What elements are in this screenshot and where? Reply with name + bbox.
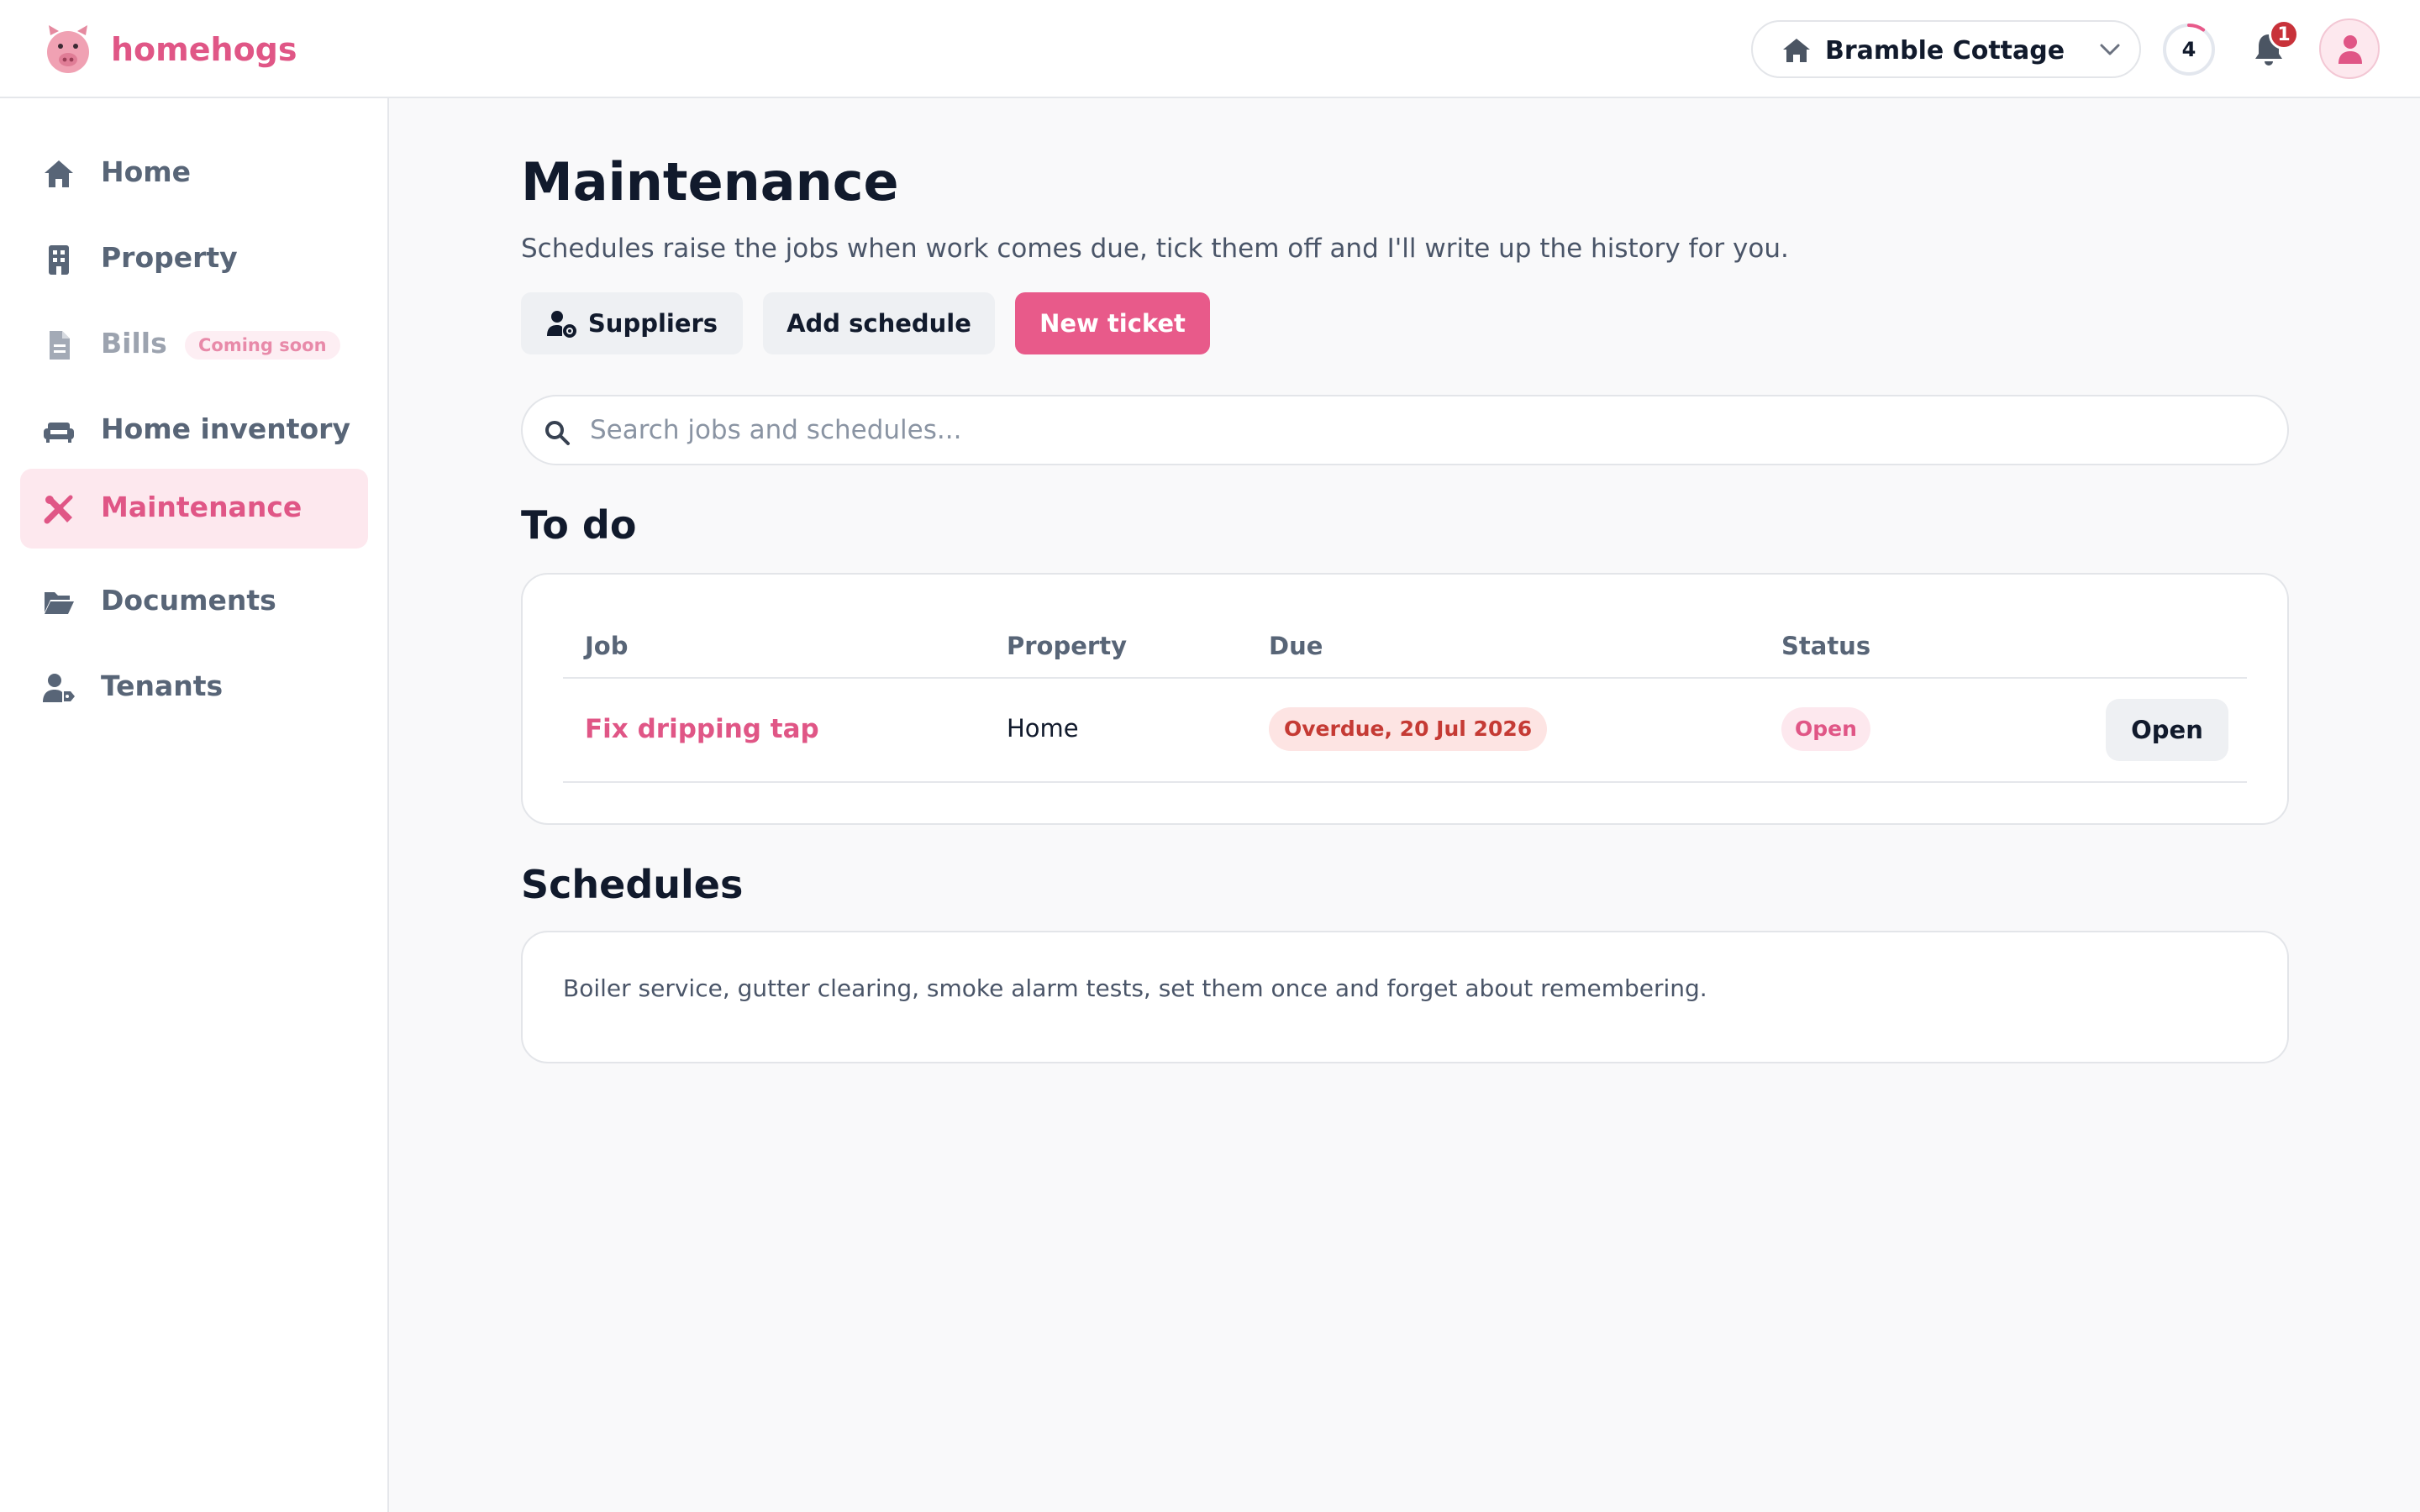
- sidebar-item-property[interactable]: Property: [20, 219, 368, 299]
- tools-icon: [44, 495, 73, 524]
- todo-table: Job Property Due Status Fix dripping tap…: [521, 573, 2289, 825]
- user-gear-icon: [546, 311, 576, 338]
- sidebar-item-label: Tenants: [101, 669, 224, 702]
- chevron-down-icon: [2100, 44, 2120, 55]
- building-icon: [49, 245, 69, 275]
- brand-name: homehogs: [111, 31, 297, 68]
- user-tag-icon: [43, 674, 75, 702]
- house-icon: [1783, 39, 1810, 62]
- sidebar-item-label: Maintenance: [101, 491, 302, 523]
- property-name: Bramble Cottage: [1825, 36, 2065, 66]
- column-header-property: Property: [1007, 632, 1127, 660]
- search-icon: [545, 421, 570, 445]
- sidebar-item-tenants[interactable]: Tenants: [20, 648, 368, 727]
- progress-count: 4: [2181, 38, 2196, 61]
- sidebar-item-label: Property: [101, 241, 238, 274]
- file-icon: [50, 331, 70, 360]
- pig-logo-icon: [47, 25, 89, 73]
- job-property: Home: [1007, 714, 1079, 743]
- open-job-button[interactable]: Open: [2106, 699, 2228, 761]
- add-schedule-button[interactable]: Add schedule: [763, 292, 995, 354]
- avatar[interactable]: [2319, 18, 2380, 79]
- sidebar: Home Property Bills Coming soon Home inv…: [0, 98, 389, 1512]
- page-subtitle: Schedules raise the jobs when work comes…: [521, 234, 1789, 264]
- header-divider: [563, 677, 2247, 679]
- property-selector[interactable]: Bramble Cottage: [1751, 20, 2141, 78]
- due-badge: Overdue, 20 Jul 2026: [1269, 707, 1548, 751]
- search-bar: [521, 395, 2289, 465]
- sidebar-item-maintenance[interactable]: Maintenance: [20, 469, 368, 549]
- column-header-status: Status: [1781, 632, 1871, 660]
- suppliers-label: Suppliers: [587, 309, 718, 338]
- folder-open-icon: [45, 592, 74, 614]
- status-badge: Open: [1781, 707, 1870, 751]
- sidebar-item-label: Documents: [101, 584, 276, 617]
- sidebar-item-home-inventory[interactable]: Home inventory: [20, 391, 368, 470]
- brand[interactable]: homehogs: [44, 24, 297, 76]
- schedules-heading: Schedules: [521, 862, 744, 907]
- user-icon: [2338, 35, 2362, 64]
- job-link[interactable]: Fix dripping tap: [585, 714, 819, 744]
- house-icon: [45, 160, 73, 187]
- new-ticket-button[interactable]: New ticket: [1015, 292, 1210, 354]
- sidebar-item-label: Bills: [101, 327, 167, 360]
- progress-ring[interactable]: 4: [2161, 22, 2217, 77]
- column-header-due: Due: [1269, 632, 1323, 660]
- column-header-job: Job: [585, 632, 629, 660]
- sidebar-item-label: Home: [101, 155, 192, 188]
- sidebar-item-documents[interactable]: Documents: [20, 562, 368, 642]
- schedules-card: Boiler service, gutter clearing, smoke a…: [521, 931, 2289, 1063]
- sidebar-item-label: Home inventory: [101, 412, 350, 445]
- notification-badge: 1: [2269, 19, 2299, 50]
- suppliers-button[interactable]: Suppliers: [521, 292, 743, 354]
- coming-soon-badge: Coming soon: [185, 331, 340, 360]
- top-bar: homehogs Bramble Cottage 4 1: [0, 0, 2420, 98]
- row-divider: [563, 781, 2247, 783]
- couch-icon: [44, 423, 74, 443]
- search-input[interactable]: [590, 408, 2254, 452]
- page-title: Maintenance: [521, 151, 899, 213]
- schedules-empty-text: Boiler service, gutter clearing, smoke a…: [563, 974, 1707, 1002]
- sidebar-item-bills[interactable]: Bills Coming soon: [20, 305, 368, 385]
- sidebar-item-home[interactable]: Home: [20, 134, 368, 213]
- todo-heading: To do: [521, 502, 637, 548]
